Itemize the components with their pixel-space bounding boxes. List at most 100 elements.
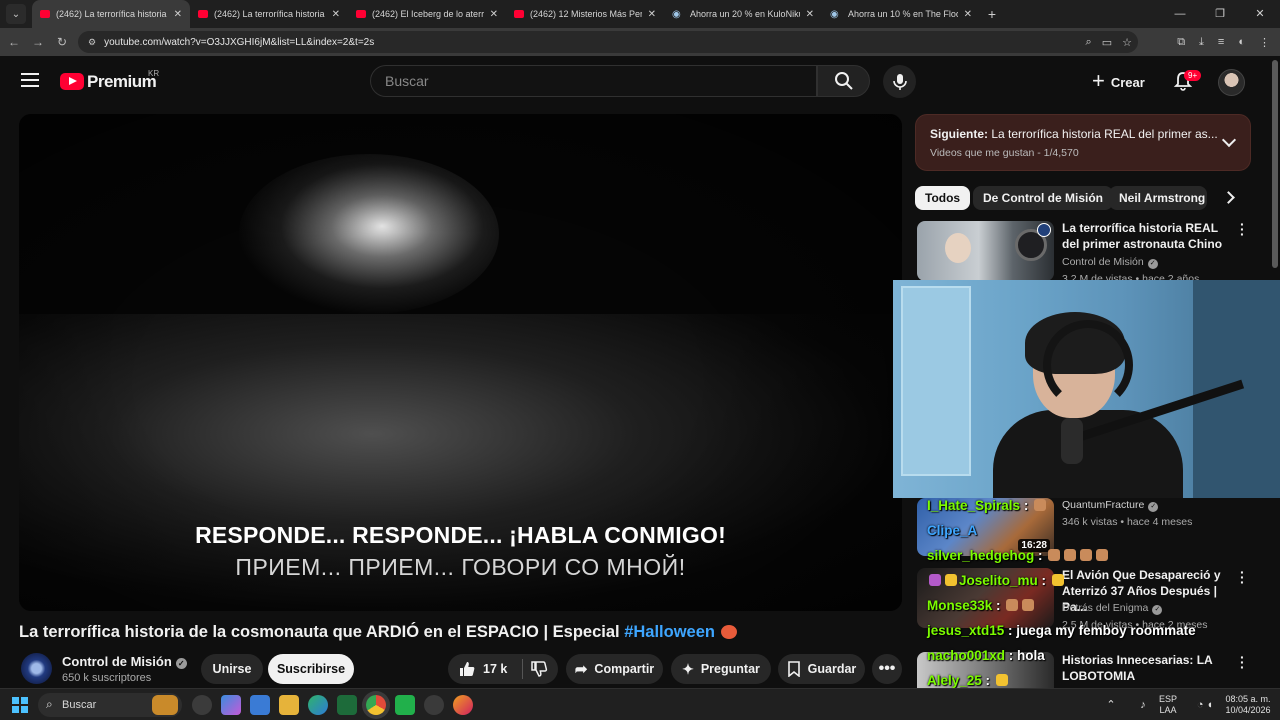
playlist-next-card[interactable]: Siguiente: La terrorífica historia REAL … — [915, 114, 1251, 171]
streamer-body — [993, 410, 1183, 498]
copilot-icon[interactable] — [192, 695, 212, 715]
subscribe-button[interactable]: Suscribirse — [268, 654, 354, 684]
network-volume-icons[interactable]: ◔ ◖ — [1190, 689, 1220, 720]
channel-name[interactable]: Control de Misión ✓ — [62, 654, 187, 669]
reading-list-icon[interactable]: ≡ — [1218, 36, 1224, 48]
more-vertical-icon[interactable]: · · · — [1240, 217, 1245, 241]
browser-menu-icon[interactable]: ⋮ — [1259, 36, 1270, 49]
back-icon[interactable]: ← — [2, 35, 26, 49]
cast-icon[interactable]: ▭ — [1102, 36, 1112, 49]
app-icon[interactable] — [453, 695, 473, 715]
minimize-icon[interactable]: — — [1160, 0, 1200, 28]
terminal-icon[interactable] — [337, 695, 357, 715]
voice-search-button[interactable] — [883, 65, 916, 98]
browser-tab-3[interactable]: (2462) El Iceberg de lo aterrad ✕ — [348, 0, 506, 28]
close-tab-icon[interactable]: ✕ — [648, 9, 656, 20]
close-tab-icon[interactable]: ✕ — [332, 9, 340, 20]
youtube-logo-icon[interactable] — [60, 73, 84, 90]
save-button[interactable]: Guardar — [778, 654, 865, 684]
chip-neil-armstrong[interactable]: Neil Armstrong — [1109, 186, 1207, 210]
account-avatar[interactable] — [1218, 69, 1245, 96]
recommendation-title[interactable]: Historias Innecesarias: LA LOBOTOMIA — [1062, 652, 1232, 684]
reload-icon[interactable]: ↻ — [50, 35, 74, 49]
browser-tab-6[interactable]: ◉ Ahorra un 10 % en The Floor A ✕ — [822, 0, 980, 28]
recommendation-title[interactable]: La terrorífica historia REAL del primer … — [1062, 220, 1232, 252]
chip-all[interactable]: Todos — [915, 186, 971, 210]
restore-icon[interactable]: ❐ — [1200, 0, 1240, 28]
microphone-tray-icon[interactable]: ♪ — [1132, 689, 1154, 720]
close-tab-icon[interactable]: ✕ — [806, 9, 814, 20]
language-indicator[interactable]: ESP LAA — [1156, 689, 1180, 720]
channel-name-text: Control de Misión — [62, 654, 172, 669]
omnibox-icons: ⌕ ▭ ☆ — [1086, 31, 1132, 53]
zoom-icon[interactable]: ⌕ — [1086, 36, 1092, 49]
search-input[interactable]: Buscar — [370, 65, 817, 97]
close-tab-icon[interactable]: ✕ — [174, 9, 182, 20]
browser-tab-4[interactable]: (2462) 12 Misterios Más Perturb ✕ — [506, 0, 664, 28]
browser-tab-2[interactable]: (2462) La terrorífica historia REA ✕ — [190, 0, 348, 28]
new-tab-button[interactable]: + — [980, 6, 1004, 22]
chat-message: nacho001xd : hola — [927, 648, 1045, 663]
site-info-icon[interactable]: ⚙ — [88, 37, 96, 48]
chrome-icon[interactable] — [366, 695, 386, 715]
chat-message: I_Hate_Spirals : — [927, 498, 1048, 513]
edge-icon[interactable] — [308, 695, 328, 715]
chat-emote-icon — [1034, 499, 1047, 511]
join-button[interactable]: Unirse — [201, 654, 263, 684]
tray-overflow-icon[interactable]: ⌃ — [1100, 689, 1122, 720]
tab-title: (2462) 12 Misterios Más Perturb — [530, 9, 642, 19]
url-field[interactable]: ⚙ youtube.com/watch?v=O3JJXGHI6jM&list=L… — [78, 31, 1138, 53]
close-window-icon[interactable]: ✕ — [1240, 0, 1280, 28]
brand-label[interactable]: Premium — [87, 72, 157, 92]
next-prefix: Siguiente: — [930, 127, 989, 141]
chip-channel[interactable]: De Control de Misión — [973, 186, 1113, 210]
store-icon[interactable] — [250, 695, 270, 715]
close-tab-icon[interactable]: ✕ — [490, 9, 498, 20]
more-actions-button[interactable]: ••• — [872, 654, 902, 684]
share-button[interactable]: ➦ Compartir — [566, 654, 663, 684]
recommendation-meta: 346 k vistas • hace 4 meses — [1062, 516, 1193, 528]
chat-emote-icon — [1051, 574, 1064, 586]
video-player[interactable]: RESPONDE... RESPONDE... ¡HABLA CONMIGO! … — [19, 114, 902, 611]
ask-button[interactable]: ✦ Preguntar — [671, 654, 771, 684]
chevron-down-icon[interactable] — [1221, 132, 1237, 148]
close-tab-icon[interactable]: ✕ — [964, 9, 972, 20]
chat-username: Joselito_mu — [959, 573, 1038, 588]
create-button[interactable]: + Crear — [1092, 68, 1145, 95]
tab-search-button[interactable]: ⌄ — [6, 4, 26, 24]
browser-tab-5[interactable]: ◉ Ahorra un 20 % en KuloNiku: B ✕ — [664, 0, 822, 28]
dislike-icon[interactable] — [530, 660, 548, 678]
search-button[interactable] — [817, 65, 870, 97]
downloads-icon[interactable]: ⤓ — [1199, 36, 1204, 49]
extensions-icon[interactable]: ⧉ — [1177, 36, 1185, 49]
channel-avatar[interactable] — [21, 653, 52, 684]
obs-icon[interactable] — [424, 695, 444, 715]
recommendation-thumbnail[interactable] — [917, 221, 1054, 281]
menu-icon[interactable] — [21, 73, 39, 87]
recommendation-channel: QuantumFracture ✓ — [1062, 499, 1159, 512]
forward-icon[interactable]: → — [26, 35, 50, 49]
verified-check-icon: ✓ — [1148, 502, 1159, 512]
youtube-favicon-icon — [514, 10, 524, 18]
file-explorer-icon[interactable] — [279, 695, 299, 715]
more-vertical-icon[interactable]: · · · — [1240, 565, 1245, 589]
tab-title: Ahorra un 10 % en The Floor A — [848, 9, 958, 19]
chevron-right-icon[interactable] — [1222, 191, 1235, 204]
browser-tab-1[interactable]: (2462) La terrorífica historia de ✕ — [32, 0, 190, 28]
share-icon: ➦ — [574, 661, 588, 678]
clock[interactable]: 08:05 a. m. 10/04/2026 — [1222, 689, 1274, 720]
bookmark-star-icon[interactable]: ☆ — [1122, 36, 1132, 49]
app-icon[interactable] — [395, 695, 415, 715]
app-icon[interactable] — [221, 695, 241, 715]
share-label: Compartir — [594, 662, 655, 676]
hashtag-link[interactable]: #Halloween — [624, 623, 715, 641]
taskbar-search[interactable]: ⌕ Buscar — [38, 693, 182, 717]
address-bar-row: ← → ↻ ⚙ youtube.com/watch?v=O3JJXGHI6jM&… — [0, 28, 1280, 56]
profile-icon[interactable]: ◐ — [1238, 36, 1245, 48]
windows-start-icon[interactable] — [12, 697, 28, 713]
subtitle-line-russian: ПРИЕМ... ПРИЕМ... ГОВОРИ СО МНОЙ! — [235, 554, 686, 580]
more-vertical-icon[interactable]: · · · — [1240, 650, 1245, 674]
like-icon[interactable] — [458, 660, 476, 678]
subtitle-line-spanish: RESPONDE... RESPONDE... ¡HABLA CONMIGO! — [195, 522, 726, 548]
page-scrollbar[interactable] — [1272, 60, 1278, 268]
